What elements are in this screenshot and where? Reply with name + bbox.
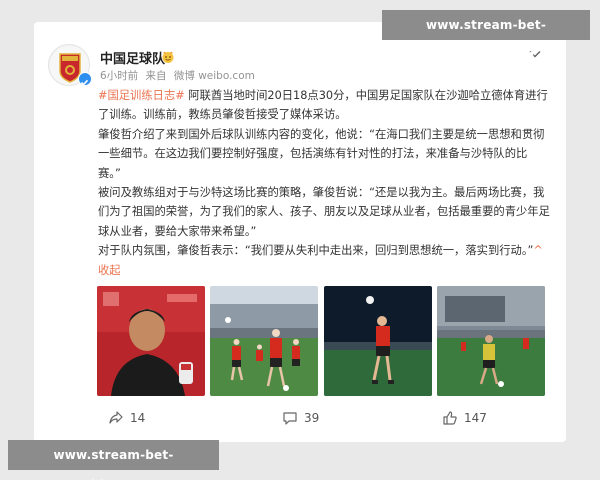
paragraph-1: #国足训练日志# 阿联酋当地时间20日18点30分，中国男足国家队在沙迦哈立德体…	[98, 86, 550, 125]
photo-team-drill[interactable]	[210, 286, 318, 396]
post-source-prefix: 来自	[145, 70, 167, 82]
watermark-bottom: www.stream-bet-worldcup.com	[8, 440, 219, 480]
share-button[interactable]: 14	[108, 410, 145, 426]
watermark-top: www.stream-bet-worldcup.com	[382, 10, 590, 62]
like-button[interactable]: 147	[442, 410, 487, 426]
like-icon	[442, 410, 458, 426]
collapse-arrow-icon: ^	[533, 244, 543, 258]
comment-button[interactable]: 39	[282, 410, 319, 426]
paragraph-4: 对于队内氛围，肇俊哲表示：“我们要从失利中走出来，回归到思想统一，落实到行动。”…	[98, 241, 550, 280]
photo-coach-interview[interactable]	[97, 286, 205, 396]
paragraph-4-text: 对于队内氛围，肇俊哲表示：“我们要从失利中走出来，回归到思想统一，落实到行动。”	[98, 244, 534, 258]
post-actions: 14 39 147	[34, 404, 566, 434]
fan-badge-icon	[161, 49, 175, 63]
photo-grid	[97, 286, 545, 396]
post-meta: 6小时前 来自 微博 weibo.com	[100, 68, 259, 83]
post-source: 微博 weibo.com	[173, 70, 255, 82]
post-time[interactable]: 6小时前	[100, 70, 138, 82]
paragraph-2: 肇俊哲介绍了来到国外后球队训练内容的变化，他说：“在海口我们主要是统一思想和贯彻…	[98, 127, 545, 180]
like-count: 147	[464, 411, 487, 425]
post-body: #国足训练日志# 阿联酋当地时间20日18点30分，中国男足国家队在沙迦哈立德体…	[98, 86, 550, 280]
paragraph-3: 被问及教练组对于与沙特这场比赛的策略，肇俊哲说：“还是以我为主。最后两场比赛，我…	[98, 186, 550, 238]
verified-icon	[78, 72, 92, 86]
photo-night-juggling[interactable]	[324, 286, 432, 396]
share-count: 14	[130, 411, 146, 425]
share-icon	[108, 410, 124, 426]
comment-count: 39	[304, 411, 320, 425]
photo-players-training[interactable]	[437, 286, 545, 396]
collapse-label: 收起	[98, 263, 121, 277]
comment-icon	[282, 410, 298, 426]
author-name[interactable]: 中国足球队	[100, 48, 165, 67]
topic-link[interactable]: #国足训练日志#	[98, 89, 185, 102]
